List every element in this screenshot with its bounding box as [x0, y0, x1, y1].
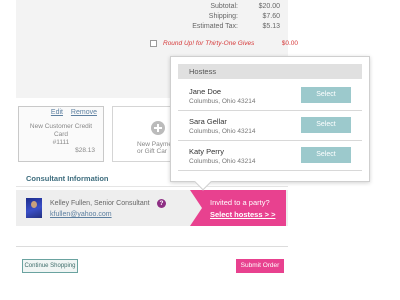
shipping-row: Shipping: $7.60 [80, 12, 280, 22]
subtotal-label: Subtotal: [210, 3, 238, 10]
card-actions: Edit Remove [45, 109, 97, 116]
round-up-value: $0.00 [281, 40, 298, 47]
select-hostess-link[interactable]: Select hostess > > [210, 210, 275, 219]
hostess-name: Sara Gellar [189, 117, 227, 126]
hostess-popup: Hostess Jane Doe Columbus, Ohio 43214 Se… [170, 56, 370, 191]
select-hostess-button[interactable]: Select [301, 147, 351, 163]
card-amount: $28.13 [75, 147, 95, 154]
saved-card: Edit Remove New Customer Credit Card #11… [18, 106, 104, 162]
popup-arrow [194, 173, 212, 191]
consultant-section-title: Consultant Information [26, 174, 109, 183]
round-up-checkbox[interactable] [150, 40, 157, 47]
hostess-row: Katy Perry Columbus, Ohio 43214 Select [178, 141, 362, 171]
order-totals: Subtotal: $20.00 Shipping: $7.60 Estimat… [80, 2, 280, 32]
hostess-row: Jane Doe Columbus, Ohio 43214 Select [178, 81, 362, 111]
hostess-popup-header: Hostess [178, 64, 362, 79]
question-icon[interactable]: ? [157, 199, 166, 208]
section-divider [16, 186, 288, 187]
invite-title: Invited to a party? [210, 198, 270, 207]
consultant-name: Kelley Fullen, Senior Consultant [50, 200, 150, 207]
hostess-list: Jane Doe Columbus, Ohio 43214 Select Sar… [178, 81, 362, 171]
consultant-avatar [26, 198, 42, 218]
hostess-row: Sara Gellar Columbus, Ohio 43214 Select [178, 111, 362, 141]
tax-value: $5.13 [262, 23, 280, 30]
card-remove-link[interactable]: Remove [71, 109, 97, 116]
subtotal-row: Subtotal: $20.00 [80, 2, 280, 12]
add-payment-method[interactable]: New Payme or Gift Car [112, 106, 178, 162]
select-hostess-button[interactable]: Select [301, 87, 351, 103]
card-name: New Customer Credit Card [29, 123, 93, 138]
tax-row: Estimated Tax: $5.13 [80, 22, 280, 32]
tax-label: Estimated Tax: [192, 23, 238, 30]
hostess-location: Columbus, Ohio 43214 [189, 158, 256, 165]
round-up-row: Round Up! for Thirty-One Gives $0.00 [150, 40, 298, 47]
hostess-name: Katy Perry [189, 147, 225, 156]
consultant-email[interactable]: kfullen@yahoo.com [50, 211, 112, 218]
add-payment-line2: or Gift Car [137, 148, 167, 155]
add-payment-label: New Payme or Gift Car [137, 141, 172, 155]
round-up-label: Round Up! for Thirty-One Gives [163, 40, 255, 47]
bottom-divider [16, 246, 288, 247]
invite-banner: Invited to a party? Select hostess > > [190, 190, 286, 226]
shipping-value: $7.60 [262, 13, 280, 20]
card-number: #1111 [52, 139, 70, 146]
add-payment-line1: New Payme [137, 141, 173, 148]
hostess-location: Columbus, Ohio 43214 [189, 128, 256, 135]
card-name-block: New Customer Credit Card #1111 [23, 123, 99, 147]
continue-shopping-button[interactable]: Continue Shopping [22, 259, 78, 273]
select-hostess-button[interactable]: Select [301, 117, 351, 133]
submit-order-button[interactable]: Submit Order [236, 259, 284, 273]
hostess-name: Jane Doe [189, 87, 222, 96]
card-edit-link[interactable]: Edit [51, 109, 63, 116]
subtotal-value: $20.00 [258, 3, 280, 10]
hostess-location: Columbus, Ohio 43214 [189, 98, 256, 105]
add-plus-icon [151, 121, 165, 135]
shipping-label: Shipping: [208, 13, 238, 20]
